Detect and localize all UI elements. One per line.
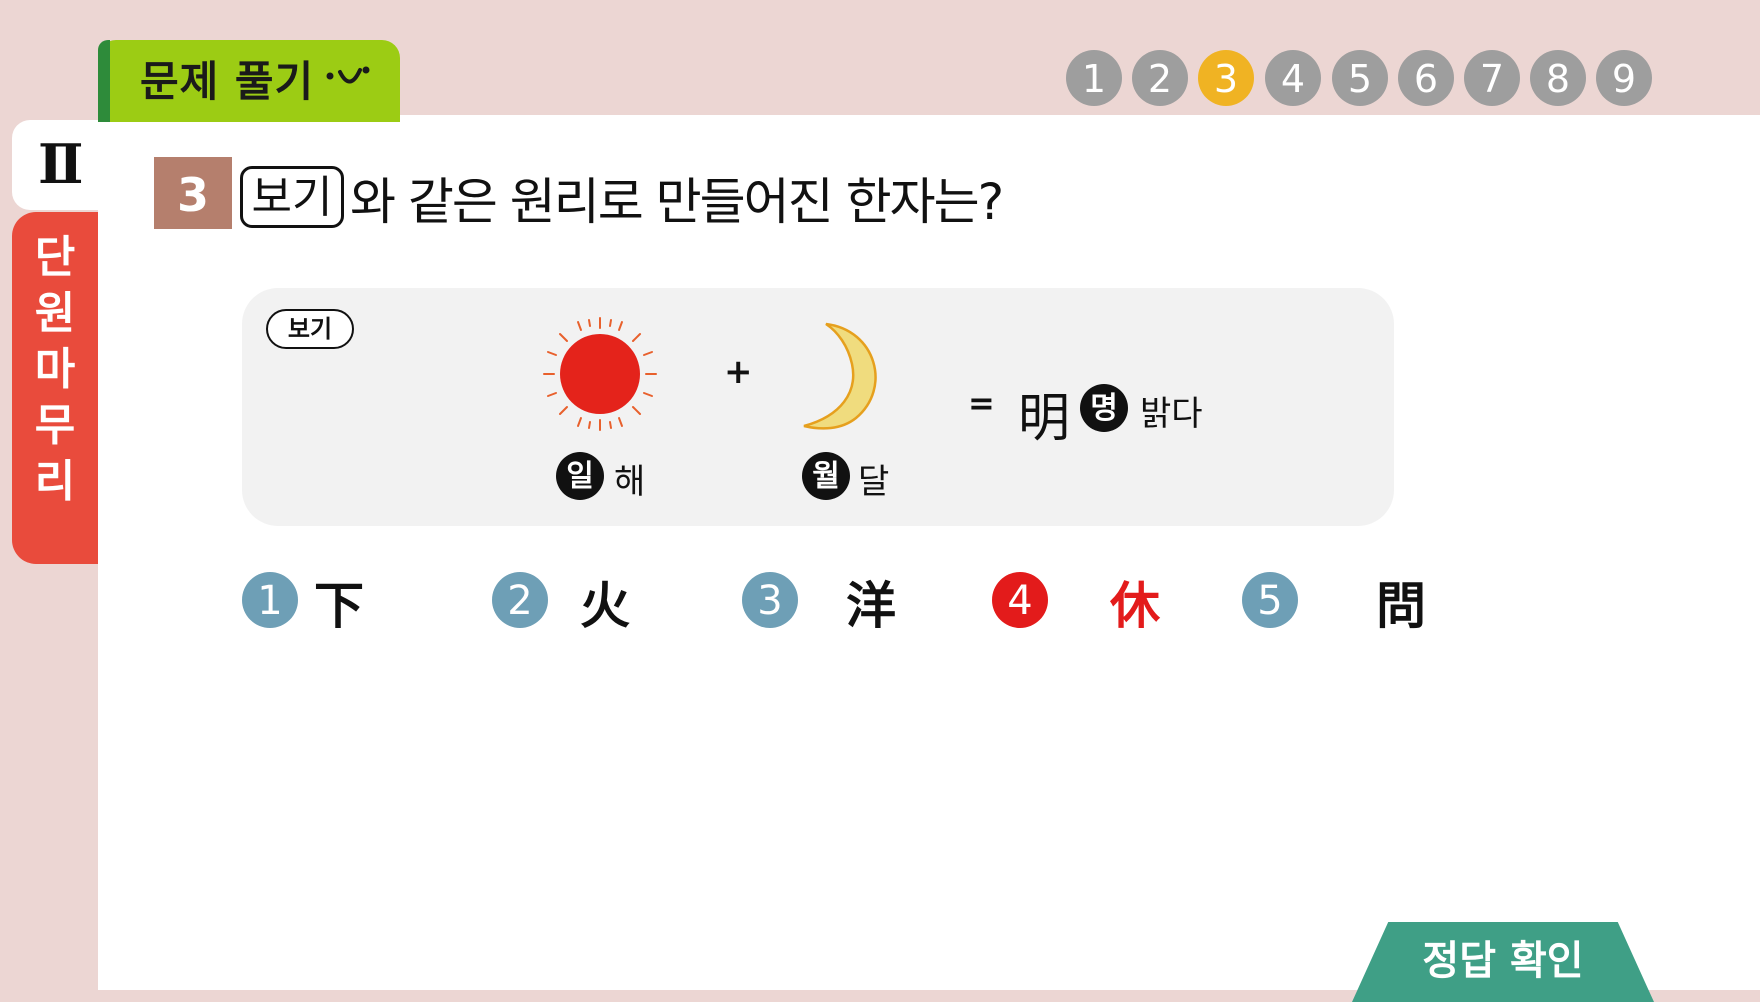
unit-label-char: 단 xyxy=(34,232,76,283)
question-text: 와 같은 원리로 만들어진 한자는? xyxy=(350,173,1004,231)
option-4-button[interactable]: 4 xyxy=(992,572,1048,628)
sun-icon xyxy=(543,317,657,431)
example-reading-badge: 명 xyxy=(1080,384,1128,432)
unit-review-tab[interactable]: 단 원 마 무 리 xyxy=(12,212,98,564)
step-2-button[interactable]: 2 xyxy=(1132,50,1188,106)
unit-label-char: 리 xyxy=(34,456,76,507)
question-number: 3 xyxy=(176,168,209,222)
step-7-button[interactable]: 7 xyxy=(1464,50,1520,106)
unit-label-char: 원 xyxy=(34,288,76,339)
step-6-button[interactable]: 6 xyxy=(1398,50,1454,106)
step-9-button[interactable]: 9 xyxy=(1596,50,1652,106)
option-1-hanja[interactable]: 下 xyxy=(314,566,364,638)
option-4-hanja[interactable]: 休 xyxy=(1110,566,1160,638)
option-1-button[interactable]: 1 xyxy=(242,572,298,628)
unit-review-label: 단 원 마 무 리 xyxy=(12,230,98,510)
option-3-hanja[interactable]: 洋 xyxy=(846,566,896,638)
unit-label-char: 마 xyxy=(34,344,76,395)
sun-meaning: 해 xyxy=(614,462,646,502)
question-example-label: 보기 xyxy=(240,166,344,228)
option-2-button[interactable]: 2 xyxy=(492,572,548,628)
option-2-hanja[interactable]: 火 xyxy=(580,566,630,638)
example-meaning: 밝다 xyxy=(1140,394,1203,434)
tab-stripe xyxy=(98,40,110,122)
step-4-button[interactable]: 4 xyxy=(1265,50,1321,106)
moon-icon xyxy=(803,322,877,430)
step-8-button[interactable]: 8 xyxy=(1530,50,1586,106)
step-3-button[interactable]: 3 xyxy=(1198,50,1254,106)
option-3-button[interactable]: 3 xyxy=(742,572,798,628)
tab-label: 문제 풀기 xyxy=(140,57,315,106)
problem-solving-tab: 문제 풀기 xyxy=(98,40,400,122)
example-hanja: 明 xyxy=(1018,389,1071,449)
check-answer-label: 정답 확인 xyxy=(1422,938,1584,984)
unit-label-char: 무 xyxy=(34,400,76,451)
smile-icon xyxy=(326,66,370,84)
moon-meaning: 달 xyxy=(858,462,890,502)
step-5-button[interactable]: 5 xyxy=(1332,50,1388,106)
option-5-button[interactable]: 5 xyxy=(1242,572,1298,628)
equals-sign: = xyxy=(968,384,995,422)
plus-sign: + xyxy=(724,352,753,392)
option-5-hanja[interactable]: 問 xyxy=(1376,566,1426,638)
check-answer-button[interactable]: 정답 확인 xyxy=(1352,922,1654,1002)
main-panel xyxy=(98,115,1760,990)
example-tag: 보기 xyxy=(266,309,354,349)
question-number-badge: 3 xyxy=(154,157,232,229)
step-1-button[interactable]: 1 xyxy=(1066,50,1122,106)
chapter-tab[interactable]: Ⅱ xyxy=(12,120,98,210)
chapter-numeral: Ⅱ xyxy=(38,132,84,196)
sun-reading-badge: 일 xyxy=(556,452,604,500)
moon-reading-badge: 월 xyxy=(802,452,850,500)
